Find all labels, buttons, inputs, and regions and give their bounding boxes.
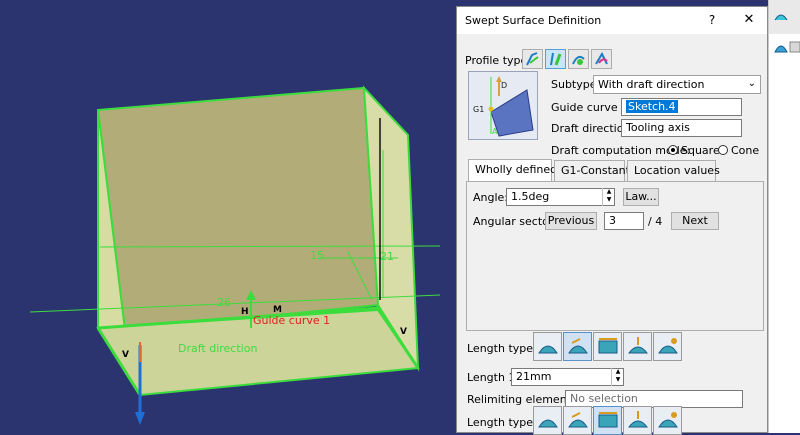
spin-down-icon[interactable]: ▼ [612,376,624,384]
mode-square-label[interactable]: Square [681,144,720,157]
help-button[interactable]: ? [705,11,719,29]
marker-v-right: V [400,327,407,337]
angle-label: Angle: [473,191,509,204]
previous-button[interactable]: Previous [545,212,597,230]
length-1-spinner[interactable]: ▲ ▼ [611,368,624,386]
length-type-1-standard-button[interactable] [563,332,592,361]
mode-cone-label[interactable]: Cone [731,144,759,157]
length-type-2-from-extremum-button[interactable] [623,406,652,435]
profile-type-conic-button[interactable] [591,49,612,69]
dimension-26-text: 26 [217,296,231,309]
axis-z-arrow [135,412,145,425]
angle-field[interactable]: 1.5deg [506,188,615,206]
profile-type-explicit-button[interactable] [522,49,543,69]
preview-a-label: A [492,127,498,136]
sector-value: 3 [609,214,616,227]
spin-up-icon[interactable]: ▲ [603,188,615,196]
tab-g1-constant[interactable]: G1-Constant [554,160,630,181]
length-type-2-standard-button[interactable] [563,406,592,435]
marker-h: H [241,307,249,317]
dialog-body: Profile type: D G1 A Subtype: With draft… [457,34,767,435]
mode-cone-radio[interactable] [718,145,728,155]
mode-square-radio[interactable] [668,145,678,155]
dialog-scrollbar[interactable] [760,334,766,432]
draft-direction-value: Tooling axis [626,121,690,134]
dialog-titlebar[interactable]: Swept Surface Definition ? ✕ [457,7,767,34]
swept-surface-geometry[interactable]: 26 15 21 H M V V Guide curve 1 Draft dir… [0,0,456,433]
length-type-2-along-surface-button[interactable] [653,406,682,435]
length-1-value: 21mm [516,370,552,383]
length-type-1-from-extremum-button[interactable] [623,332,652,361]
length-type-1-from-curve-button[interactable] [533,332,562,361]
length-type-1-along-surface-button[interactable] [653,332,682,361]
spin-up-icon[interactable]: ▲ [612,368,624,376]
law-button[interactable]: Law... [623,188,659,206]
workbench-toolbar-strip [768,0,800,433]
surface-back-face[interactable] [96,86,380,332]
guide-curve-1-label[interactable]: Guide curve 1 [253,314,330,327]
chevron-down-icon: ⌄ [747,78,756,89]
preview-d-label: D [501,81,507,90]
length-type-2-from-curve-button[interactable] [533,406,562,435]
tab-location-values[interactable]: Location values [627,160,720,181]
toolbar-extra-icon[interactable] [789,40,800,54]
subtype-preview-image: D G1 A [468,71,538,140]
next-button[interactable]: Next [671,212,719,230]
swept-surface-dialog: Swept Surface Definition ? ✕ Profile typ… [456,6,768,435]
dimension-21-text: 21 [380,250,394,263]
tab-wholly-defined-label: Wholly defined [475,163,558,176]
relimiting-element-1-placeholder: No selection [570,392,638,405]
length-type-2-from-to-button[interactable] [593,406,622,435]
subtype-dropdown[interactable]: With draft direction ⌄ [593,75,761,94]
subtype-value: With draft direction [598,78,705,91]
close-button[interactable]: ✕ [739,11,759,29]
angle-value: 1.5deg [511,190,550,203]
dialog-title: Swept Surface Definition [465,14,602,27]
toolbar-sketch-icon[interactable] [773,8,789,22]
length-type-1-from-to-button[interactable] [593,332,622,361]
draft-direction-field[interactable]: Tooling axis [621,119,742,137]
guide-curve-value: Sketch.4 [626,100,678,113]
tab-wholly-defined[interactable]: Wholly defined [468,159,557,181]
preview-g1-label: G1 [473,105,484,114]
spin-down-icon[interactable]: ▼ [603,196,615,204]
tab-g1-constant-label: G1-Constant [561,164,630,177]
wholly-defined-panel: Angle: 1.5deg ▲ ▼ Law... Angular sector: … [466,181,764,331]
toolbar-tool-icon[interactable] [773,40,789,54]
length-1-field[interactable]: 21mm [511,368,624,386]
profile-type-circle-button[interactable] [568,49,589,69]
guide-curve-label: Guide curve 1: [551,101,632,114]
guide-curve-field[interactable]: Sketch.4 [621,98,742,116]
profile-type-line-button[interactable] [545,49,566,69]
angle-spinner[interactable]: ▲ ▼ [602,188,615,206]
angular-sector-field[interactable]: 3 [604,212,644,230]
sector-total: / 4 [648,215,663,228]
dimension-15-text: 15 [310,249,324,262]
draft-direction-label[interactable]: Draft direction [178,342,257,355]
tab-location-values-label: Location values [634,164,720,177]
marker-v-left: V [122,350,129,360]
